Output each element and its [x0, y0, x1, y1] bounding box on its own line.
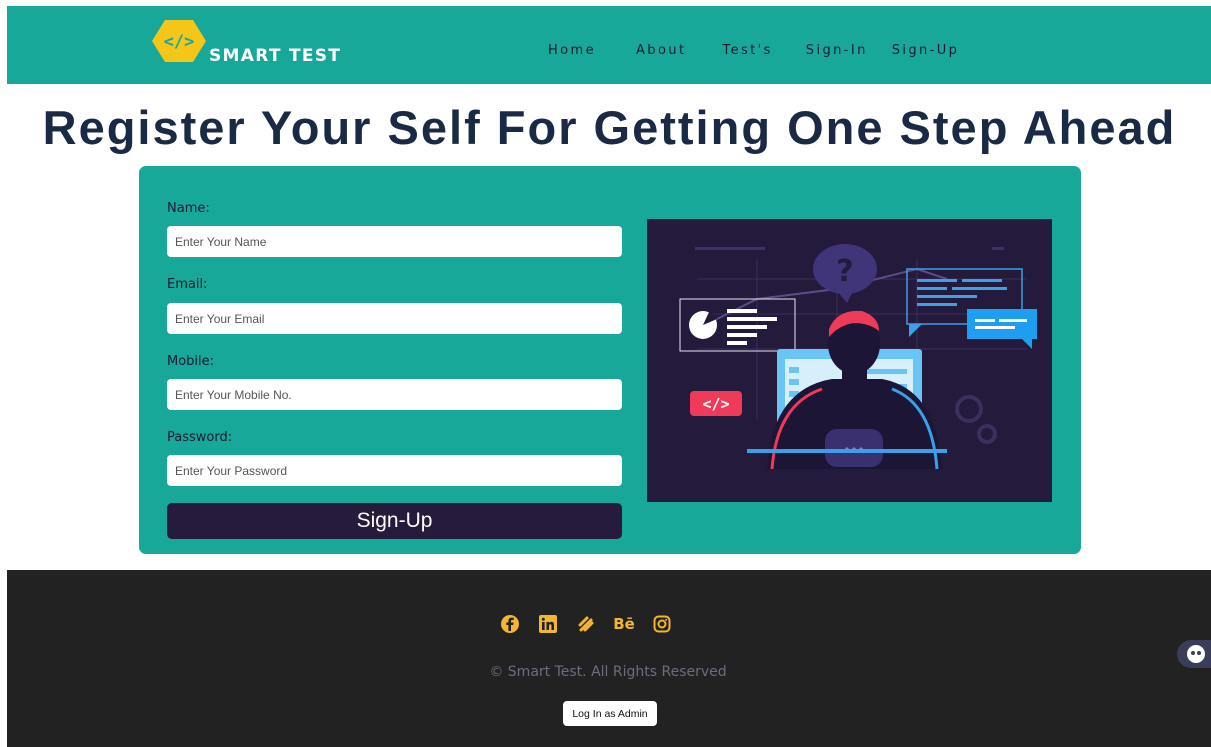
squarespace-icon[interactable]	[575, 613, 597, 635]
nav-about[interactable]: About	[636, 43, 686, 58]
linkedin-icon[interactable]	[537, 613, 559, 635]
developer-illustration: ? </>	[647, 219, 1052, 502]
sign-up-button[interactable]: Sign-Up	[167, 503, 622, 539]
nav-tests[interactable]: Test's	[722, 43, 772, 58]
name-label: Name:	[167, 201, 210, 216]
password-input[interactable]	[167, 455, 622, 486]
page-title: Register Your Self For Getting One Step …	[42, 101, 1177, 154]
navbar: </> SMART TEST Home About Test's Sign-In…	[7, 6, 1211, 84]
mobile-label: Mobile:	[167, 354, 215, 369]
email-label: Email:	[167, 277, 208, 292]
behance-icon[interactable]: Bē	[613, 613, 635, 635]
question-mark: ?	[836, 254, 853, 289]
code-tag-icon: </>	[690, 391, 742, 416]
chat-widget-button[interactable]	[1177, 640, 1211, 668]
email-input[interactable]	[167, 303, 622, 334]
nav-home[interactable]: Home	[548, 43, 596, 58]
facebook-icon[interactable]	[499, 613, 521, 635]
logo-hexagon-icon[interactable]: </>	[152, 18, 206, 64]
question-bubble-icon: ?	[813, 244, 877, 303]
password-label: Password:	[167, 430, 233, 445]
stats-card-icon	[679, 298, 796, 352]
mobile-input[interactable]	[167, 379, 622, 410]
brand-name[interactable]: SMART TEST	[209, 46, 341, 66]
footer: Bē © Smart Test. All Rights Reserved Log…	[7, 570, 1211, 747]
nav-sign-in[interactable]: Sign-In	[806, 43, 868, 58]
logo-glyph: </>	[164, 32, 195, 52]
nav-sign-up[interactable]: Sign-Up	[892, 43, 960, 58]
copyright-text: © Smart Test. All Rights Reserved	[489, 664, 727, 680]
name-input[interactable]	[167, 226, 622, 257]
registration-card: Name: Email: Mobile: Password: Sign-Up	[139, 166, 1081, 554]
nav-links: Home About Test's Sign-In Sign-Up	[548, 43, 959, 58]
code-tag-text: </>	[702, 395, 729, 413]
social-links: Bē	[499, 613, 689, 635]
code-chat-bubble-icon	[906, 268, 1037, 349]
instagram-icon[interactable]	[651, 613, 673, 635]
admin-login-button[interactable]: Log In as Admin	[563, 701, 657, 726]
developer-illustration-svg: ? </>	[679, 244, 1037, 470]
chatbot-icon	[1187, 645, 1205, 663]
gear-icon	[955, 395, 997, 444]
